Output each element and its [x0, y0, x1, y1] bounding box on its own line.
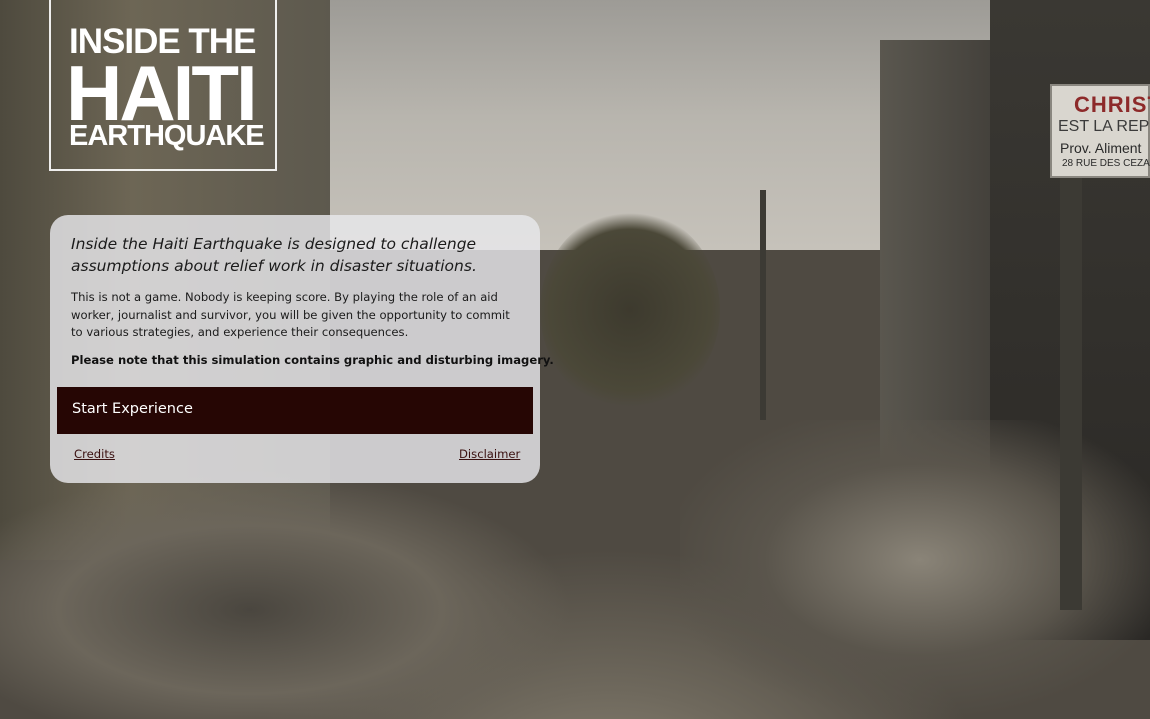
- logo-line-3: EARTHQUAKE: [69, 120, 265, 152]
- background-rubble-left: [0, 470, 640, 719]
- intro-screen: CHRIST EST LA REPON Prov. Aliment 28 RUE…: [0, 0, 1150, 719]
- credits-link[interactable]: Credits: [74, 447, 115, 461]
- intro-body: This is not a game. Nobody is keeping sc…: [71, 290, 510, 339]
- background-utility-pole: [1060, 170, 1082, 610]
- background-shop-sign: CHRIST EST LA REPON Prov. Aliment 28 RUE…: [1050, 84, 1150, 178]
- background-trees: [540, 210, 720, 410]
- start-experience-button[interactable]: Start Experience: [57, 387, 533, 434]
- content-warning: Please note that this simulation contain…: [71, 353, 554, 367]
- background-utility-pole: [760, 190, 766, 420]
- intro-headline: Inside the Haiti Earthquake is designed …: [71, 235, 477, 275]
- shop-sign-line: CHRIST: [1074, 92, 1150, 117]
- shop-sign-line: EST LA REPON: [1058, 118, 1150, 135]
- shop-sign-line: Prov. Aliment: [1060, 140, 1142, 156]
- disclaimer-link[interactable]: Disclaimer: [459, 447, 520, 461]
- shop-sign-line: 28 RUE DES CEZA: [1062, 158, 1150, 169]
- start-experience-label: Start Experience: [72, 401, 193, 417]
- site-logo: INSIDE THE HAITI EARTHQUAKE: [49, 0, 277, 171]
- intro-panel: Inside the Haiti Earthquake is designed …: [50, 215, 554, 483]
